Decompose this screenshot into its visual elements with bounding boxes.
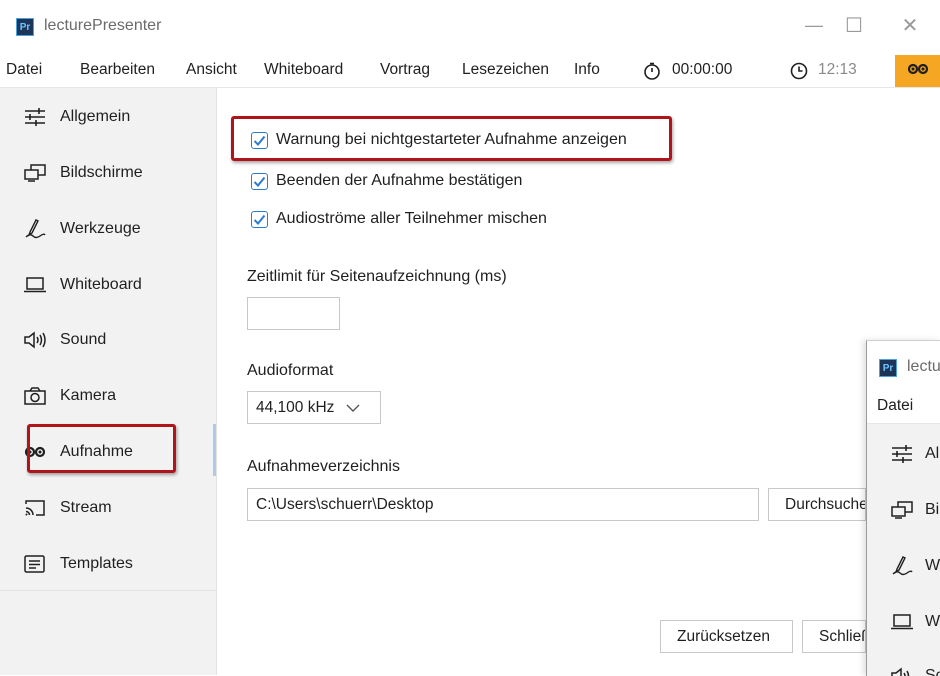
sidebar-item-sound[interactable]: Sound [22,325,106,355]
title-bar: Pr lecturePresenter — ☐ ✕ [0,0,940,55]
monitors-icon [22,162,48,184]
maximize-button[interactable]: ☐ [834,10,874,40]
sidebar-item-allgemein[interactable]: Allgemein [889,439,940,469]
sidebar-item-label: Bildschirme [925,501,940,518]
menu-whiteboard[interactable]: Whiteboard [264,61,343,79]
sidebar-item-whiteboard[interactable]: Whiteboard [22,270,142,300]
chevron-down-icon [346,399,360,417]
sidebar-item-stream[interactable]: Stream [22,493,112,523]
app-icon: Pr [16,18,34,36]
sliders-icon [22,106,48,128]
recording-dir-input[interactable] [247,488,759,521]
minimize-button[interactable]: — [794,10,834,40]
sidebar-item-whiteboard[interactable]: Whiteboard [889,607,940,637]
menu-datei[interactable]: Datei [877,397,913,415]
laptop-icon [889,611,915,633]
laptop-icon [22,274,48,296]
sidebar-item-sound[interactable]: Sound [889,661,940,676]
checkbox-mix-audio[interactable]: Audioströme aller Teilnehmer mischen [251,210,547,228]
menu-lesezeichen[interactable]: Lesezeichen [462,61,549,79]
tape-icon [907,62,929,80]
sidebar-item-label: Werkzeuge [60,220,141,237]
menu-bearbeiten[interactable]: Bearbeiten [80,61,155,79]
recording-dir-label: Aufnahmeverzeichnis [247,458,400,475]
menu-bar: Datei Bearbeiten Ansicht Whiteboard Vort… [0,55,940,88]
clock-time: 12:13 [818,61,857,78]
second-window-title-bar: Pr lecturePresenter [867,341,940,391]
pen-icon [22,218,48,240]
checkbox-label: Beenden der Aufnahme bestätigen [276,172,523,189]
sidebar-item-label: Stream [60,499,112,516]
checkbox-label: Audioströme aller Teilnehmer mischen [276,210,547,227]
sidebar-item-werkzeuge[interactable]: Werkzeuge [889,551,940,581]
page-time-limit-input[interactable] [247,297,340,330]
sliders-icon [889,443,915,465]
checkmark-icon [251,172,268,190]
clock-icon [790,62,808,85]
audio-format-value: 44,100 kHz [256,398,335,416]
second-window-menu-bar: Datei [867,391,940,424]
sidebar-item-bildschirme[interactable]: Bildschirme [22,158,143,188]
sidebar-item-label: Whiteboard [925,613,940,630]
app-icon: Pr [879,359,897,377]
audio-format-label: Audioformat [247,362,334,379]
sidebar-item-allgemein[interactable]: Allgemein [22,102,130,132]
sidebar-item-label: Templates [60,555,133,572]
sidebar-item-label: Allgemein [60,108,131,125]
menu-ansicht[interactable]: Ansicht [186,61,237,79]
camera-icon [22,385,48,407]
sidebar-item-werkzeuge[interactable]: Werkzeuge [22,214,141,244]
sidebar-item-templates[interactable]: Templates [22,549,133,579]
template-icon [22,553,48,575]
sidebar-item-label: Werkzeuge [925,557,940,574]
speaker-icon [889,665,915,676]
second-window: Pr lecturePresenter Datei Allgemein Bild… [866,340,940,676]
sidebar-item-kamera[interactable]: Kamera [22,381,116,411]
sidebar-item-label: Kamera [60,387,117,404]
checkbox-confirm-stop[interactable]: Beenden der Aufnahme bestätigen [251,172,522,190]
sidebar-item-bildschirme[interactable]: Bildschirme [889,495,940,525]
sidebar-item-label: Whiteboard [60,276,142,293]
page-time-limit-label: Zeitlimit für Seitenaufzeichnung (ms) [247,268,507,285]
close-button[interactable]: ✕ [890,10,930,40]
window-title: lecturePresenter [907,358,940,375]
duration-timer: 00:00:00 [672,61,733,78]
window-title: lecturePresenter [44,17,162,34]
reset-button[interactable]: Zurücksetzen [660,620,793,653]
highlight-warning-option [231,116,672,161]
monitors-icon [889,499,915,521]
menu-vortrag[interactable]: Vortrag [380,61,430,79]
highlight-aufnahme [27,424,176,473]
checkmark-icon [251,210,268,228]
pen-icon [889,555,915,577]
browse-button[interactable]: Durchsuchen [768,488,866,521]
sidebar-item-label: Allgemein [925,445,940,462]
sidebar-divider [216,88,217,675]
sidebar-item-label: Bildschirme [60,164,143,181]
cast-icon [22,497,48,519]
stopwatch-icon [643,62,661,85]
record-indicator[interactable] [895,55,940,87]
sidebar-item-label: Sound [60,331,107,348]
menu-datei[interactable]: Datei [6,61,42,79]
speaker-icon [22,329,48,351]
sidebar-separator [0,590,216,591]
sidebar-scroll-indicator [213,424,216,476]
close-dialog-button[interactable]: Schließen [802,620,866,653]
menu-info[interactable]: Info [574,61,600,79]
audio-format-select[interactable]: 44,100 kHz [247,391,381,424]
